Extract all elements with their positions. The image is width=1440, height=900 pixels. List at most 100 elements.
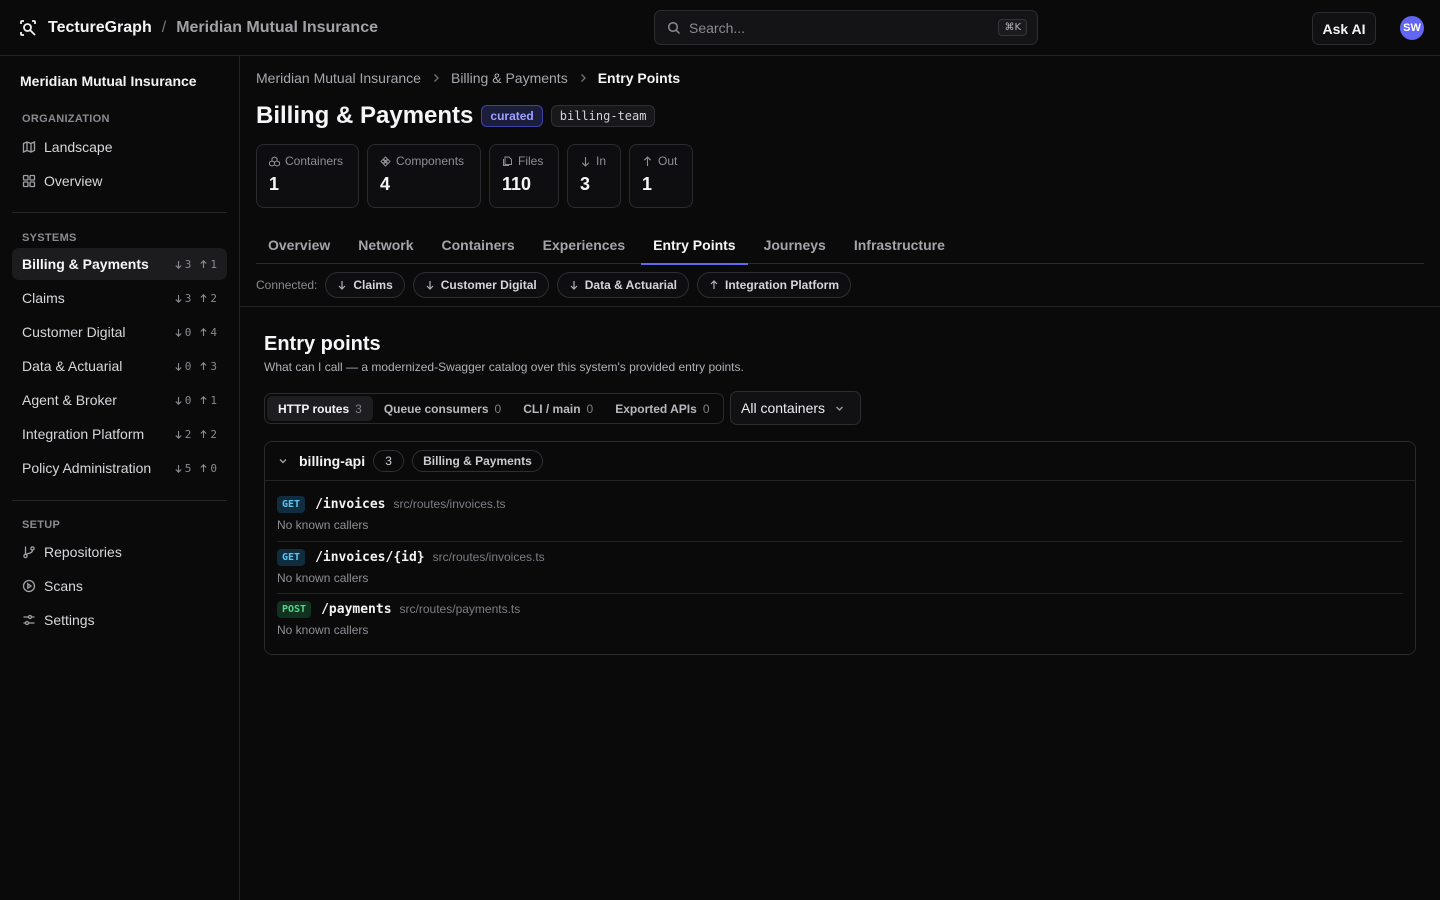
http-method-badge: GET bbox=[277, 495, 306, 513]
route-source-file[interactable]: src/routes/invoices.ts bbox=[433, 550, 545, 564]
stat-files: Files 110 bbox=[489, 144, 559, 208]
outbound-count: 1 bbox=[199, 394, 217, 407]
top-bar: TectureGraph / Meridian Mutual Insurance… bbox=[0, 0, 1440, 56]
stat-value: 1 bbox=[642, 174, 653, 194]
breadcrumb-org[interactable]: Meridian Mutual Insurance bbox=[256, 70, 421, 86]
entry-points-subtitle: What can I call — a modernized-Swagger c… bbox=[264, 360, 744, 374]
arrow-down-icon bbox=[175, 362, 182, 371]
tab-network[interactable]: Network bbox=[346, 226, 425, 264]
sidebar-item-overview[interactable]: Overview bbox=[12, 165, 227, 197]
route-row[interactable]: GET /invoices src/routes/invoices.ts No … bbox=[277, 494, 1403, 532]
tab-experiences[interactable]: Experiences bbox=[531, 226, 638, 264]
sidebar-system-customer-digital[interactable]: Customer Digital 0 4 bbox=[12, 316, 227, 348]
sidebar-item-label: Integration Platform bbox=[22, 426, 145, 442]
sidebar-item-settings[interactable]: Settings bbox=[12, 604, 227, 636]
system-dependency-counts: 5 0 bbox=[174, 462, 217, 475]
container-name: billing-api bbox=[299, 453, 366, 469]
sidebar-item-label: Agent & Broker bbox=[22, 392, 117, 408]
route-path: /invoices bbox=[315, 496, 386, 512]
curated-badge: curated bbox=[481, 105, 543, 127]
sidebar-item-label: Policy Administration bbox=[22, 460, 152, 476]
sidebar-system-data-actuarial[interactable]: Data & Actuarial 0 3 bbox=[12, 350, 227, 382]
stat-label: Components bbox=[396, 154, 465, 168]
inbound-count: 2 bbox=[174, 428, 191, 441]
page-header: Billing & Payments curated billing-team bbox=[256, 102, 656, 130]
route-source-file[interactable]: src/routes/payments.ts bbox=[400, 602, 521, 616]
sidebar-item-scans[interactable]: Scans bbox=[12, 570, 227, 602]
brand-org-name[interactable]: Meridian Mutual Insurance bbox=[176, 19, 378, 37]
search-icon bbox=[667, 21, 681, 35]
inbound-count: 5 bbox=[174, 462, 191, 475]
arrow-down-icon bbox=[175, 260, 182, 269]
section-divider bbox=[240, 306, 1440, 307]
stat-in: In 3 bbox=[567, 144, 621, 208]
sidebar-item-label: Settings bbox=[44, 612, 95, 628]
container-filter-value: All containers bbox=[741, 400, 826, 416]
stat-label: In bbox=[596, 154, 607, 168]
tab-containers[interactable]: Containers bbox=[430, 226, 527, 264]
route-source-file[interactable]: src/routes/invoices.ts bbox=[394, 497, 506, 511]
breadcrumb-system[interactable]: Billing & Payments bbox=[451, 70, 568, 86]
map-icon bbox=[22, 140, 36, 154]
sidebar-item-label: Overview bbox=[44, 173, 103, 189]
stat-label: Out bbox=[658, 154, 678, 168]
sidebar-item-label: Landscape bbox=[44, 139, 113, 155]
connected-chip-integration-platform[interactable]: Integration Platform bbox=[697, 272, 852, 298]
sidebar-item-landscape[interactable]: Landscape bbox=[12, 131, 227, 163]
search-box[interactable]: ⌘K bbox=[654, 10, 1038, 45]
tab-overview[interactable]: Overview bbox=[256, 226, 342, 264]
chevron-right-icon bbox=[433, 74, 439, 82]
inbound-count: 0 bbox=[174, 326, 191, 339]
stat-value: 3 bbox=[580, 174, 591, 194]
section-label-systems: SYSTEMS bbox=[22, 232, 77, 244]
connected-chip-claims[interactable]: Claims bbox=[325, 272, 405, 298]
tecturegraph-logo-icon bbox=[18, 18, 38, 38]
route-callers: No known callers bbox=[277, 518, 369, 532]
system-dependency-counts: 2 2 bbox=[174, 428, 217, 441]
tab-entry-points[interactable]: Entry Points bbox=[641, 226, 749, 265]
sidebar-system-billing-payments[interactable]: Billing & Payments 3 1 bbox=[12, 248, 227, 280]
arrow-up-icon bbox=[200, 259, 207, 268]
sidebar-system-claims[interactable]: Claims 3 2 bbox=[12, 282, 227, 314]
kind-count: 0 bbox=[494, 401, 502, 416]
user-avatar[interactable]: SW bbox=[1400, 16, 1424, 40]
connected-chip-data-actuarial[interactable]: Data & Actuarial bbox=[556, 272, 690, 298]
kind-queue-consumers[interactable]: Queue consumers 0 bbox=[373, 396, 512, 421]
sidebar-item-repositories[interactable]: Repositories bbox=[12, 536, 227, 568]
kind-label: CLI / main bbox=[523, 401, 581, 416]
row-divider bbox=[277, 541, 1403, 542]
kind-label: Queue consumers bbox=[383, 401, 489, 416]
search-input[interactable] bbox=[689, 19, 999, 36]
arrow-up-icon bbox=[200, 395, 207, 404]
sidebar-system-agent-broker[interactable]: Agent & Broker 0 1 bbox=[12, 384, 227, 416]
ask-ai-button[interactable]: Ask AI bbox=[1312, 12, 1376, 45]
kind-label: Exported APIs bbox=[615, 401, 697, 416]
main-content: Meridian Mutual Insurance Billing & Paym… bbox=[240, 56, 1440, 900]
route-row[interactable]: GET /invoices/{id} src/routes/invoices.t… bbox=[277, 547, 1403, 585]
sidebar-system-policy-administration[interactable]: Policy Administration 5 0 bbox=[12, 452, 227, 484]
container-group-header[interactable]: billing-api 3 Billing & Payments bbox=[265, 442, 1415, 481]
chip-label: Data & Actuarial bbox=[584, 278, 678, 292]
chevron-down-icon bbox=[279, 459, 287, 464]
tab-journeys[interactable]: Journeys bbox=[752, 226, 838, 264]
route-row[interactable]: POST /payments src/routes/payments.ts No… bbox=[277, 599, 1403, 637]
brand[interactable]: TectureGraph / Meridian Mutual Insurance bbox=[18, 16, 378, 40]
kind-http-routes[interactable]: HTTP routes 3 bbox=[267, 396, 373, 421]
play-circle-icon bbox=[22, 579, 36, 593]
sidebar-system-integration-platform[interactable]: Integration Platform 2 2 bbox=[12, 418, 227, 450]
stat-components: Components 4 bbox=[367, 144, 481, 208]
connected-chip-customer-digital[interactable]: Customer Digital bbox=[412, 272, 549, 298]
container-filter-select[interactable]: All containers bbox=[730, 391, 861, 425]
stat-value: 110 bbox=[502, 174, 532, 194]
outbound-count: 1 bbox=[199, 258, 217, 271]
route-callers: No known callers bbox=[277, 571, 369, 585]
kind-exported-apis[interactable]: Exported APIs 0 bbox=[604, 396, 720, 421]
kind-cli-main[interactable]: CLI / main 0 bbox=[512, 396, 604, 421]
section-label-setup: SETUP bbox=[22, 519, 61, 531]
kind-label: HTTP routes bbox=[278, 401, 350, 416]
sidebar-divider bbox=[12, 500, 227, 501]
chevron-down-icon bbox=[836, 406, 844, 411]
tab-infrastructure[interactable]: Infrastructure bbox=[842, 226, 957, 264]
sidebar-item-label: Repositories bbox=[44, 544, 122, 560]
outbound-count: 4 bbox=[199, 326, 217, 339]
